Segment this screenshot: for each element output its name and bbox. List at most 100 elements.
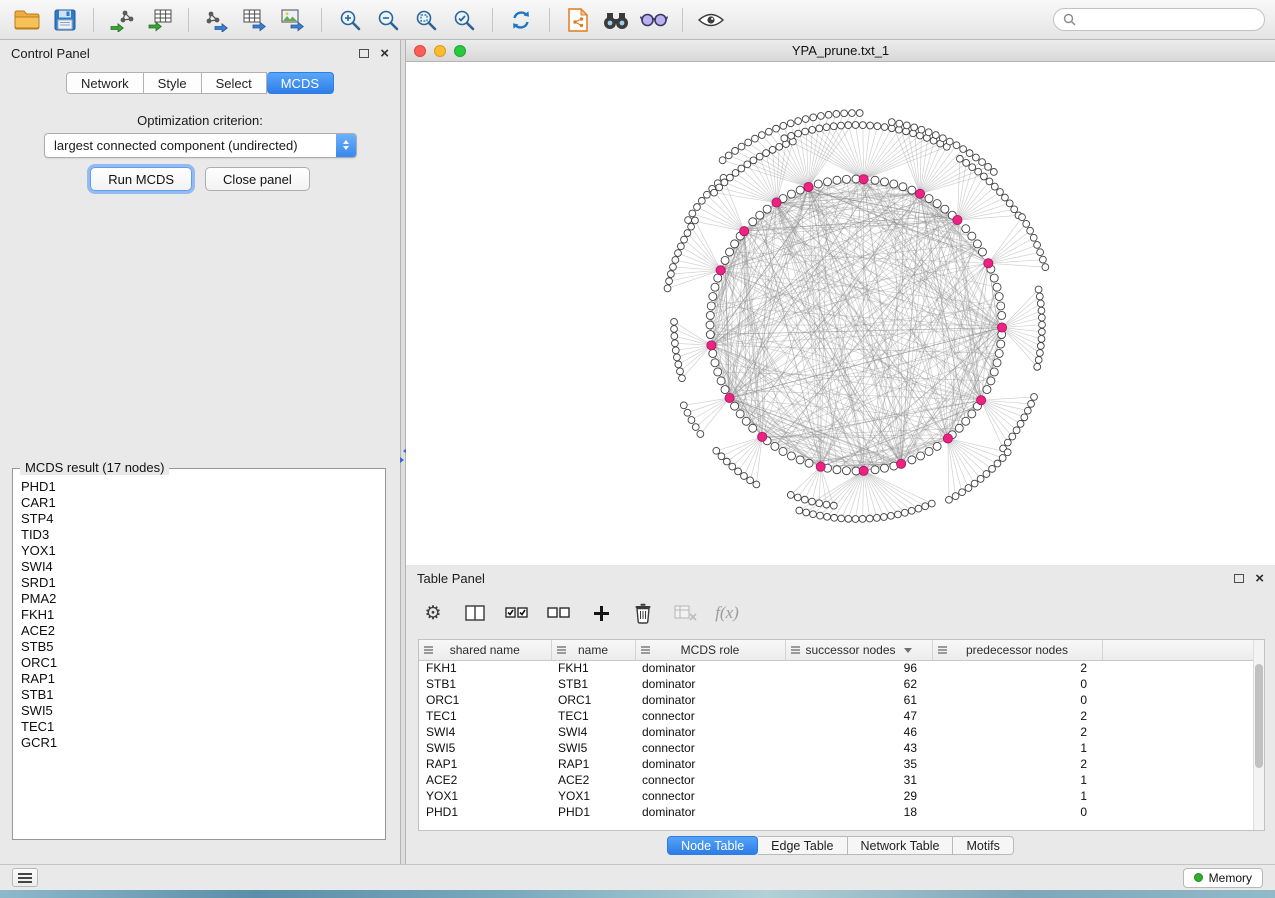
export-table-icon[interactable] xyxy=(238,5,272,35)
column-header-predecessor-nodes[interactable]: predecessor nodes xyxy=(932,640,1102,660)
cell-predecessors: 0 xyxy=(932,676,1102,692)
desktop-wallpaper-strip xyxy=(0,890,1275,898)
mcds-result-item[interactable]: TID3 xyxy=(21,527,383,543)
glasses-icon[interactable] xyxy=(637,5,671,35)
cell-filler xyxy=(1102,676,1255,692)
mcds-result-item[interactable]: SWI5 xyxy=(21,703,383,719)
tab-network-table[interactable]: Network Table xyxy=(848,836,954,855)
float-table-panel-icon[interactable] xyxy=(1234,574,1244,583)
table-row[interactable]: SWI5SWI5connector431 xyxy=(419,740,1255,756)
apply-layout-icon[interactable] xyxy=(504,5,538,35)
column-header-mcds-role[interactable]: MCDS role xyxy=(635,640,785,660)
mcds-result-item[interactable]: SRD1 xyxy=(21,575,383,591)
close-window-icon[interactable] xyxy=(414,45,426,57)
table-row[interactable]: ACE2ACE2connector311 xyxy=(419,772,1255,788)
export-web-icon[interactable] xyxy=(561,5,595,35)
delete-column-trash-icon[interactable] xyxy=(630,600,656,626)
network-window-title: YPA_prune.txt_1 xyxy=(406,43,1275,58)
cell-filler xyxy=(1102,660,1255,676)
mcds-result-item[interactable]: ACE2 xyxy=(21,623,383,639)
tab-style[interactable]: Style xyxy=(144,72,202,94)
mcds-result-item[interactable]: ORC1 xyxy=(21,655,383,671)
table-scrollbar[interactable] xyxy=(1253,640,1264,830)
column-header-name[interactable]: name xyxy=(551,640,635,660)
mcds-result-item[interactable]: PMA2 xyxy=(21,591,383,607)
cell-role: dominator xyxy=(635,676,785,692)
table-row[interactable]: YOX1YOX1connector291 xyxy=(419,788,1255,804)
close-table-panel-icon[interactable]: × xyxy=(1255,571,1264,586)
find-icon[interactable] xyxy=(599,5,633,35)
tab-edge-table[interactable]: Edge Table xyxy=(758,836,847,855)
cell-role: dominator xyxy=(635,660,785,676)
mcds-result-item[interactable]: STB1 xyxy=(21,687,383,703)
zoom-out-icon[interactable] xyxy=(371,5,405,35)
export-network-icon[interactable] xyxy=(200,5,234,35)
mcds-result-item[interactable]: GCR1 xyxy=(21,735,383,751)
network-window-titlebar[interactable]: YPA_prune.txt_1 xyxy=(406,40,1275,62)
export-image-icon[interactable] xyxy=(276,5,310,35)
toolbar-separator xyxy=(321,8,322,32)
tab-network[interactable]: Network xyxy=(66,72,144,94)
table-row[interactable]: TEC1TEC1connector472 xyxy=(419,708,1255,724)
import-network-icon[interactable] xyxy=(105,5,139,35)
table-row[interactable]: ORC1ORC1dominator610 xyxy=(419,692,1255,708)
show-details-eye-icon[interactable] xyxy=(694,5,728,35)
mcds-result-item[interactable]: FKH1 xyxy=(21,607,383,623)
sort-descending-icon[interactable] xyxy=(904,648,912,657)
save-session-icon[interactable] xyxy=(48,5,82,35)
table-settings-gear-icon[interactable]: ⚙ xyxy=(420,600,446,626)
mcds-result-item[interactable]: CAR1 xyxy=(21,495,383,511)
zoom-in-icon[interactable] xyxy=(333,5,367,35)
table-row[interactable]: SWI4SWI4dominator462 xyxy=(419,724,1255,740)
mcds-result-item[interactable]: STP4 xyxy=(21,511,383,527)
maximize-window-icon[interactable] xyxy=(454,45,466,57)
cell-shared-name: YOX1 xyxy=(419,788,551,804)
open-file-icon[interactable] xyxy=(10,5,44,35)
run-mcds-button[interactable]: Run MCDS xyxy=(90,167,192,191)
mcds-result-item[interactable]: PHD1 xyxy=(21,479,383,495)
table-row[interactable]: PHD1PHD1dominator180 xyxy=(419,804,1255,820)
mcds-result-item[interactable]: RAP1 xyxy=(21,671,383,687)
import-table-icon[interactable] xyxy=(143,5,177,35)
mcds-result-item[interactable]: YOX1 xyxy=(21,543,383,559)
column-header-shared-name[interactable]: shared name xyxy=(419,640,551,660)
zoom-selected-icon[interactable] xyxy=(447,5,481,35)
zoom-fit-icon[interactable] xyxy=(409,5,443,35)
status-menu-button[interactable] xyxy=(12,868,38,887)
column-grip-icon xyxy=(557,646,566,654)
close-panel-icon[interactable]: × xyxy=(380,46,389,61)
create-column-plus-icon[interactable] xyxy=(588,600,614,626)
search-input[interactable] xyxy=(1082,13,1255,27)
tab-select[interactable]: Select xyxy=(202,72,267,94)
tab-mcds[interactable]: MCDS xyxy=(267,72,334,94)
criterion-select[interactable]: largest connected component (undirected) xyxy=(44,133,357,158)
float-panel-icon[interactable] xyxy=(359,49,369,58)
show-columns-icon[interactable] xyxy=(462,600,488,626)
traffic-lights xyxy=(414,45,466,57)
column-label: predecessor nodes xyxy=(966,643,1068,657)
status-bar: Memory xyxy=(0,864,1275,890)
table-row[interactable]: RAP1RAP1dominator352 xyxy=(419,756,1255,772)
column-grip-icon xyxy=(791,646,800,654)
table-row[interactable]: STB1STB1dominator620 xyxy=(419,676,1255,692)
tab-motifs[interactable]: Motifs xyxy=(953,836,1013,855)
cell-shared-name: RAP1 xyxy=(419,756,551,772)
table-scrollbar-thumb[interactable] xyxy=(1255,664,1263,768)
column-header-successor-nodes[interactable]: successor nodes xyxy=(785,640,932,660)
tab-node-table[interactable]: Node Table xyxy=(667,836,758,855)
cell-successors: 96 xyxy=(785,660,932,676)
minimize-window-icon[interactable] xyxy=(434,45,446,57)
table-row[interactable]: FKH1FKH1dominator962 xyxy=(419,660,1255,676)
memory-button[interactable]: Memory xyxy=(1183,868,1263,888)
criterion-selected-value: largest connected component (undirected) xyxy=(54,138,298,153)
toolbar-separator xyxy=(549,8,550,32)
close-panel-button[interactable]: Close panel xyxy=(205,167,310,191)
deselect-all-columns-icon[interactable] xyxy=(546,600,572,626)
select-all-columns-icon[interactable] xyxy=(504,600,530,626)
mcds-result-item[interactable]: SWI4 xyxy=(21,559,383,575)
cell-successors: 61 xyxy=(785,692,932,708)
mcds-result-item[interactable]: TEC1 xyxy=(21,719,383,735)
cell-predecessors: 0 xyxy=(932,692,1102,708)
mcds-result-item[interactable]: STB5 xyxy=(21,639,383,655)
network-canvas[interactable] xyxy=(406,62,1275,565)
